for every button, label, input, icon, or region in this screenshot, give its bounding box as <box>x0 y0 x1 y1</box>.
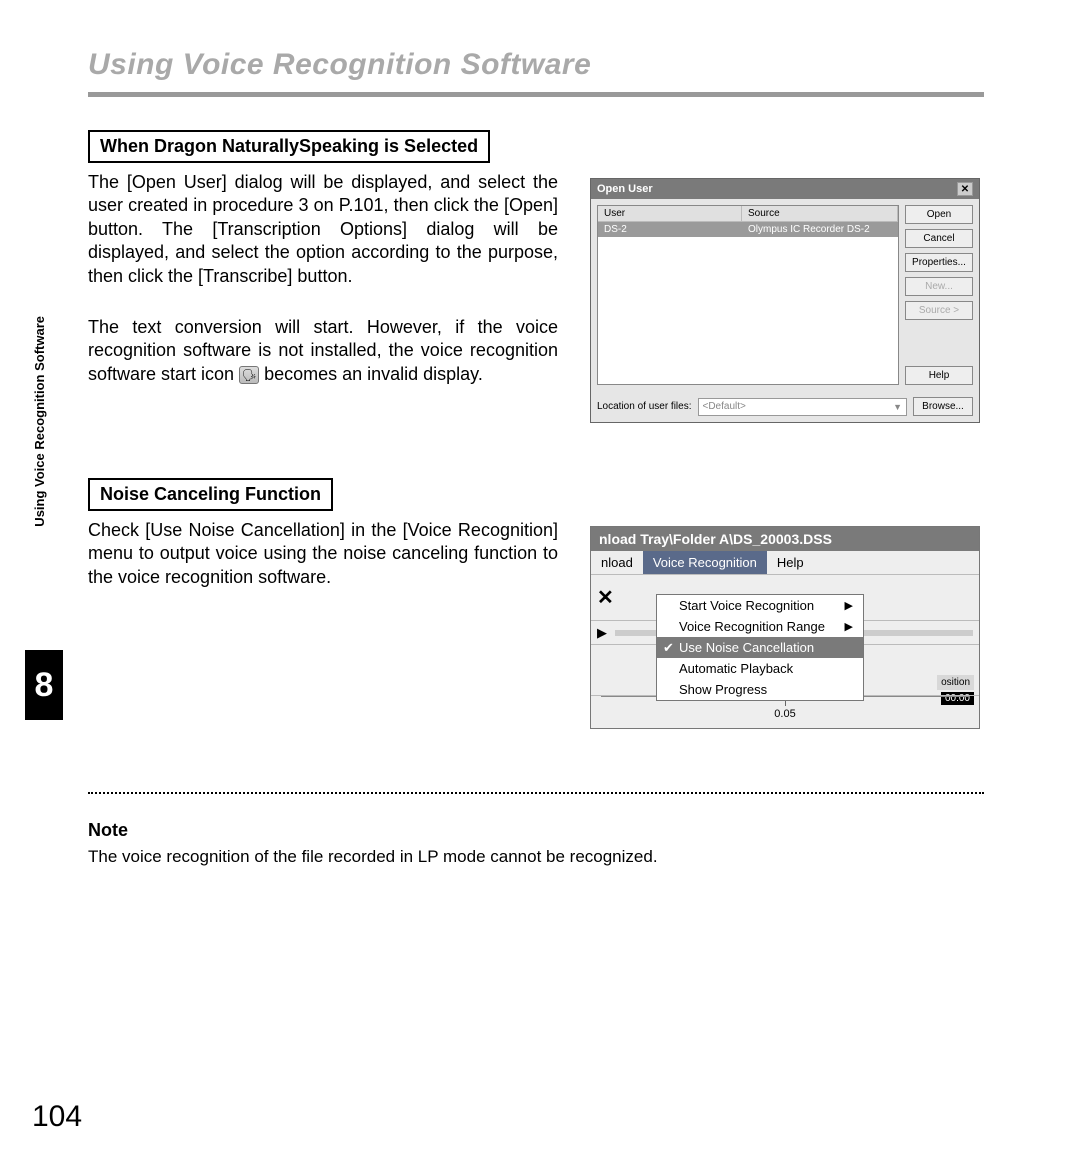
section-noise: Noise Canceling Function Check [Use Nois… <box>88 478 558 589</box>
play-icon[interactable]: ▶ <box>597 625 607 641</box>
menu-voice-recognition[interactable]: Voice Recognition <box>643 551 767 574</box>
note-block: Note The voice recognition of the file r… <box>88 820 984 867</box>
para-dragon-2b: becomes an invalid display. <box>259 364 483 384</box>
app-titlebar: nload Tray\Folder A\DS_20003.DSS <box>591 527 979 551</box>
new-button[interactable]: New... <box>905 277 973 296</box>
menu-item-voice-recognition-range[interactable]: Voice Recognition Range ▶ <box>657 616 863 637</box>
menu-item-use-noise-cancellation[interactable]: ✔ Use Noise Cancellation <box>657 637 863 658</box>
heading-noise: Noise Canceling Function <box>88 478 333 511</box>
menu-item-start-voice-recognition[interactable]: Start Voice Recognition ▶ <box>657 595 863 616</box>
heading-dragon: When Dragon NaturallySpeaking is Selecte… <box>88 130 490 163</box>
menu-item-label: Show Progress <box>679 682 767 697</box>
menu-item-label: Voice Recognition Range <box>679 619 825 634</box>
menu-item-label: Use Noise Cancellation <box>679 640 814 655</box>
divider-dotted <box>88 792 984 794</box>
menu-help[interactable]: Help <box>767 551 814 574</box>
section-dragon: When Dragon NaturallySpeaking is Selecte… <box>88 130 558 386</box>
ruler-tick: 0.05 <box>774 700 795 720</box>
close-icon[interactable]: ✕ <box>957 182 973 196</box>
col-user: User <box>598 206 742 221</box>
menu-item-automatic-playback[interactable]: Automatic Playback <box>657 658 863 679</box>
chevron-down-icon: ▼ <box>893 402 902 412</box>
help-button[interactable]: Help <box>905 366 973 385</box>
close-icon[interactable]: ✕ <box>597 585 614 610</box>
menu-nload[interactable]: nload <box>591 551 643 574</box>
title-rule <box>88 92 984 97</box>
dialog-buttons: Open Cancel Properties... New... Source … <box>905 205 973 385</box>
menu-item-show-progress[interactable]: Show Progress <box>657 679 863 700</box>
open-button[interactable]: Open <box>905 205 973 224</box>
position-label: osition <box>937 675 974 690</box>
col-source: Source <box>742 206 898 221</box>
source-button[interactable]: Source > <box>905 301 973 320</box>
page-title: Using Voice Recognition Software <box>88 48 591 82</box>
location-value: <Default> <box>703 401 746 412</box>
menu-item-label: Automatic Playback <box>679 661 793 676</box>
para-dragon-2: The text conversion will start. However,… <box>88 316 558 386</box>
voice-recognition-dropdown: Start Voice Recognition ▶ Voice Recognit… <box>656 594 864 701</box>
note-text: The voice recognition of the file record… <box>88 847 984 867</box>
user-list-row[interactable]: DS-2 Olympus IC Recorder DS-2 <box>598 222 898 237</box>
cell-user: DS-2 <box>598 222 742 237</box>
user-list[interactable]: User Source DS-2 Olympus IC Recorder DS-… <box>597 205 899 385</box>
cancel-button[interactable]: Cancel <box>905 229 973 248</box>
voice-start-icon: 🗣 <box>239 366 259 384</box>
check-icon: ✔ <box>663 640 674 656</box>
user-list-header: User Source <box>598 206 898 222</box>
location-dropdown[interactable]: <Default> ▼ <box>698 398 908 416</box>
para-dragon-1: The [Open User] dialog will be displayed… <box>88 171 558 288</box>
cell-source: Olympus IC Recorder DS-2 <box>742 222 898 237</box>
side-running-head: Using Voice Recognition Software <box>32 316 47 527</box>
dialog-title-text: Open User <box>597 183 653 195</box>
footer-label: Location of user files: <box>597 401 692 412</box>
submenu-arrow-icon: ▶ <box>845 620 853 633</box>
chapter-tab: 8 <box>25 650 63 720</box>
note-heading: Note <box>88 820 984 841</box>
open-user-dialog: Open User ✕ User Source DS-2 Olympus IC … <box>590 178 980 423</box>
browse-button[interactable]: Browse... <box>913 397 973 416</box>
page-number: 104 <box>32 1100 82 1134</box>
menu-item-label: Start Voice Recognition <box>679 598 814 613</box>
menubar: nload Voice Recognition Help <box>591 551 979 575</box>
dialog-titlebar: Open User ✕ <box>591 179 979 199</box>
submenu-arrow-icon: ▶ <box>845 599 853 612</box>
para-noise: Check [Use Noise Cancellation] in the [V… <box>88 519 558 589</box>
properties-button[interactable]: Properties... <box>905 253 973 272</box>
